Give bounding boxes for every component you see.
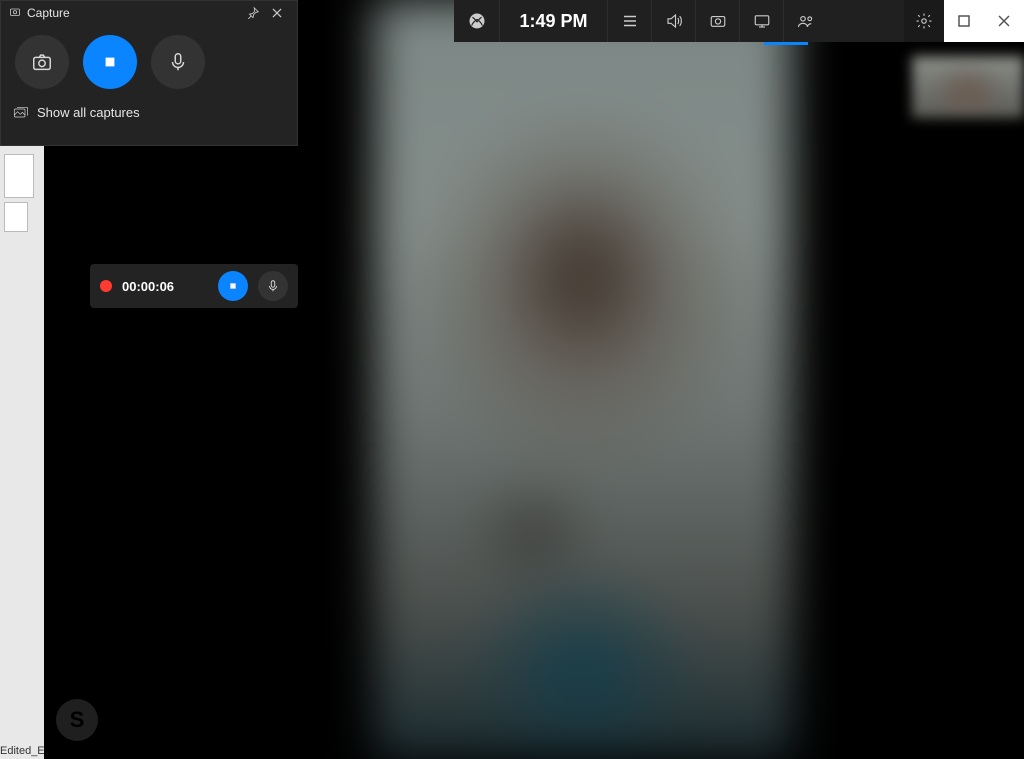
remote-video-feed: [374, 0, 792, 759]
widgets-list-button[interactable]: [608, 0, 652, 42]
active-widget-indicator: [764, 42, 808, 45]
recording-indicator-icon: [100, 280, 112, 292]
desktop-file-thumb: [4, 154, 34, 198]
maximize-button[interactable]: [944, 0, 984, 42]
self-video-thumbnail[interactable]: [912, 56, 1024, 118]
show-all-captures-label: Show all captures: [37, 105, 140, 120]
show-all-captures-link[interactable]: Show all captures: [1, 97, 297, 128]
settings-button[interactable]: [904, 0, 944, 42]
pin-button[interactable]: [241, 1, 265, 25]
xbox-icon[interactable]: [454, 0, 500, 42]
recording-elapsed-time: 00:00:06: [122, 279, 208, 294]
social-button[interactable]: [784, 0, 828, 42]
screenshot-button[interactable]: [15, 35, 69, 89]
capture-button[interactable]: [696, 0, 740, 42]
audio-button[interactable]: [652, 0, 696, 42]
recording-mic-button[interactable]: [258, 271, 288, 301]
window-close-button[interactable]: [984, 0, 1024, 42]
capture-widget: Capture Show all captures: [0, 0, 298, 146]
recording-status-bar: 00:00:06: [90, 264, 298, 308]
recording-stop-button[interactable]: [218, 271, 248, 301]
capture-button-row: [1, 25, 297, 97]
close-button[interactable]: [265, 1, 289, 25]
desktop-file-label[interactable]: Edited_E: [0, 707, 44, 759]
capture-widget-header: Capture: [1, 1, 297, 25]
capture-header-icon: [9, 6, 21, 21]
performance-button[interactable]: [740, 0, 784, 42]
gamebar-clock: 1:49 PM: [500, 0, 608, 42]
desktop-file-thumb: [4, 202, 28, 232]
microphone-toggle-button[interactable]: [151, 35, 205, 89]
gamebar-top-bar: 1:49 PM: [454, 0, 944, 42]
capture-widget-title: Capture: [27, 6, 70, 20]
stop-recording-button[interactable]: [83, 35, 137, 89]
skype-logo-icon: S: [56, 699, 98, 741]
